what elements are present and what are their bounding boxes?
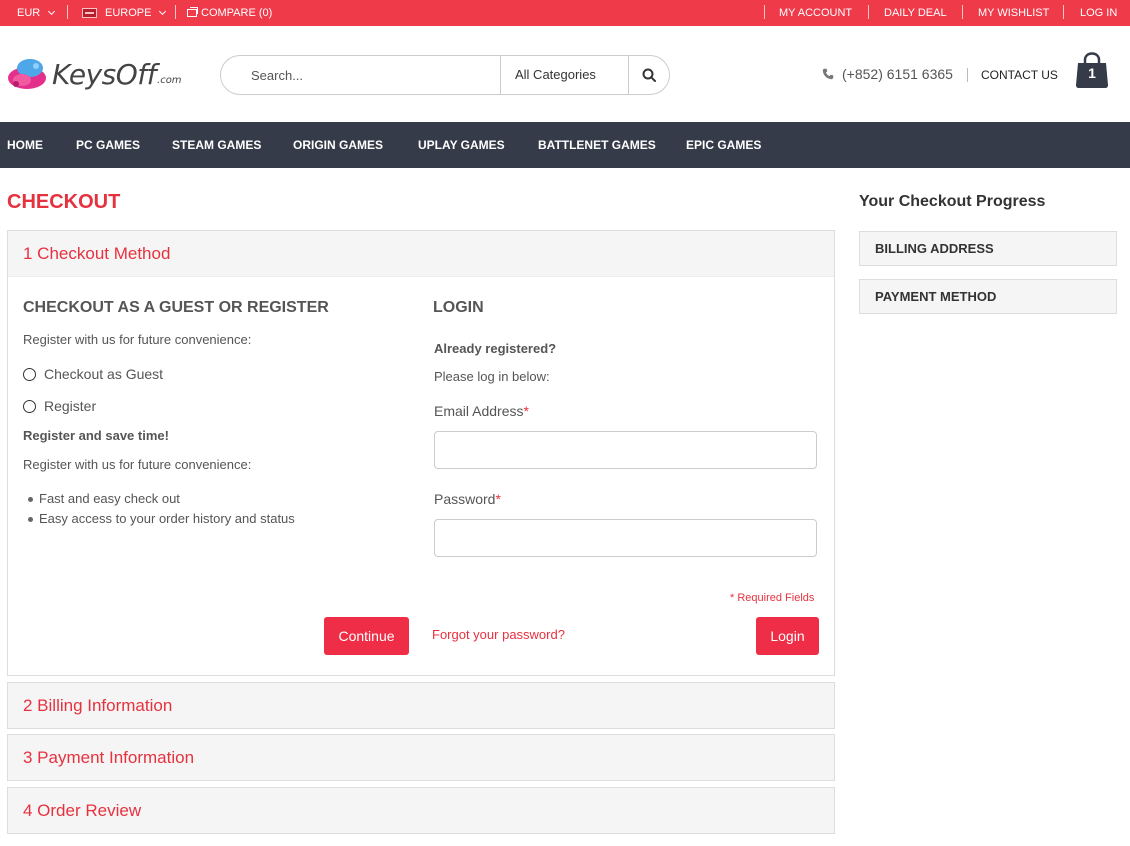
register-option[interactable]: Register <box>23 398 96 414</box>
search-button[interactable] <box>629 56 669 94</box>
email-label-text: Email Address <box>434 403 524 419</box>
step-header-payment-information[interactable]: 3 Payment Information <box>8 735 834 781</box>
payment-information-step: 3 Payment Information <box>7 734 835 781</box>
region-label: EUROPE <box>105 7 152 19</box>
nav-steam-games[interactable]: STEAM GAMES <box>172 122 261 168</box>
required-fields-note: * Required Fields <box>730 592 815 604</box>
divider <box>175 5 176 19</box>
cart-count: 1 <box>1088 65 1096 81</box>
nav-epic-games[interactable]: EPIC GAMES <box>686 122 761 168</box>
progress-payment-method: PAYMENT METHOD <box>859 279 1117 314</box>
nav-home[interactable]: HOME <box>7 122 43 168</box>
radio-button[interactable] <box>23 367 36 381</box>
compare-label: COMPARE (0) <box>201 7 273 19</box>
checkout-as-guest-option[interactable]: Checkout as Guest <box>23 366 163 382</box>
log-in-link[interactable]: LOG IN <box>1080 0 1117 26</box>
email-field[interactable] <box>434 431 817 469</box>
cart-button[interactable]: 1 <box>1074 52 1110 90</box>
currency-selector[interactable]: EUR <box>17 0 56 26</box>
guest-intro: Register with us for future convenience: <box>23 332 252 347</box>
divider <box>1063 5 1064 19</box>
login-heading: LOGIN <box>433 299 484 316</box>
list-item: Easy access to your order history and st… <box>28 509 295 529</box>
page-title: CHECKOUT <box>7 191 121 213</box>
required-mark: * <box>523 403 529 419</box>
radio-button[interactable] <box>23 399 36 413</box>
list-item: Fast and easy check out <box>28 489 295 509</box>
divider <box>967 68 968 82</box>
password-field[interactable] <box>434 519 817 557</box>
phone-number: (+852) 6151 6365 <box>842 66 953 82</box>
forgot-password-link[interactable]: Forgot your password? <box>432 627 565 642</box>
search-bar: All Categories <box>220 55 670 95</box>
main-nav: HOME PC GAMES STEAM GAMES ORIGIN GAMES U… <box>0 122 1130 168</box>
divider <box>868 5 869 19</box>
guest-heading: CHECKOUT AS A GUEST OR REGISTER <box>23 299 329 316</box>
logo-suffix: .com <box>157 74 182 86</box>
logo-icon <box>8 59 46 89</box>
my-account-link[interactable]: MY ACCOUNT <box>779 0 852 26</box>
contact-us-link[interactable]: CONTACT US <box>981 68 1058 82</box>
radio-label: Checkout as Guest <box>44 366 164 382</box>
category-select[interactable]: All Categories <box>500 56 629 94</box>
currency-label: EUR <box>17 7 41 19</box>
site-logo[interactable]: KeysOff .com <box>6 52 182 96</box>
daily-deal-link[interactable]: DAILY DEAL <box>884 0 947 26</box>
login-button[interactable]: Login <box>756 617 819 655</box>
required-mark: * <box>495 491 501 507</box>
password-label-text: Password <box>434 491 496 507</box>
nav-pc-games[interactable]: PC GAMES <box>76 122 140 168</box>
search-input[interactable] <box>221 56 500 94</box>
step-header-billing-information[interactable]: 2 Billing Information <box>8 683 834 729</box>
divider <box>67 5 68 19</box>
top-bar: EUR EUROPE COMPARE (0) MY ACCOUNT DAILY … <box>0 0 1130 26</box>
step-header-order-review[interactable]: 4 Order Review <box>8 788 834 834</box>
step-header-checkout-method[interactable]: 1 Checkout Method <box>8 231 834 277</box>
search-icon <box>642 68 656 82</box>
benefits-list: Fast and easy check out Easy access to y… <box>28 489 295 529</box>
progress-billing-address: BILLING ADDRESS <box>859 231 1117 266</box>
chevron-down-icon <box>48 7 56 16</box>
guest-intro-2: Register with us for future convenience: <box>23 457 252 472</box>
nav-battlenet-games[interactable]: BATTLENET GAMES <box>538 122 656 168</box>
checkout-method-step: 1 Checkout Method CHECKOUT AS A GUEST OR… <box>7 230 835 676</box>
nav-uplay-games[interactable]: UPLAY GAMES <box>418 122 505 168</box>
divider <box>962 5 963 19</box>
phone-icon <box>822 68 834 80</box>
email-label: Email Address* <box>434 403 529 419</box>
phone-info: (+852) 6151 6365 <box>822 66 953 82</box>
region-selector[interactable]: EUROPE <box>82 0 167 26</box>
continue-button[interactable]: Continue <box>324 617 409 655</box>
billing-information-step: 2 Billing Information <box>7 682 835 729</box>
already-registered: Already registered? <box>434 341 557 356</box>
please-log-in: Please log in below: <box>434 369 550 384</box>
register-save-time: Register and save time! <box>23 428 169 443</box>
logo-text: KeysOff <box>52 57 157 91</box>
order-review-step: 4 Order Review <box>7 787 835 834</box>
password-label: Password* <box>434 491 501 507</box>
flag-icon <box>82 8 97 18</box>
radio-label: Register <box>44 398 97 414</box>
nav-origin-games[interactable]: ORIGIN GAMES <box>293 122 383 168</box>
chevron-down-icon <box>159 7 167 16</box>
checkout-progress-title: Your Checkout Progress <box>859 193 1046 210</box>
compare-link[interactable]: COMPARE (0) <box>187 0 272 26</box>
divider <box>764 5 765 19</box>
my-wishlist-link[interactable]: MY WISHLIST <box>978 0 1049 26</box>
compare-icon <box>187 7 198 17</box>
